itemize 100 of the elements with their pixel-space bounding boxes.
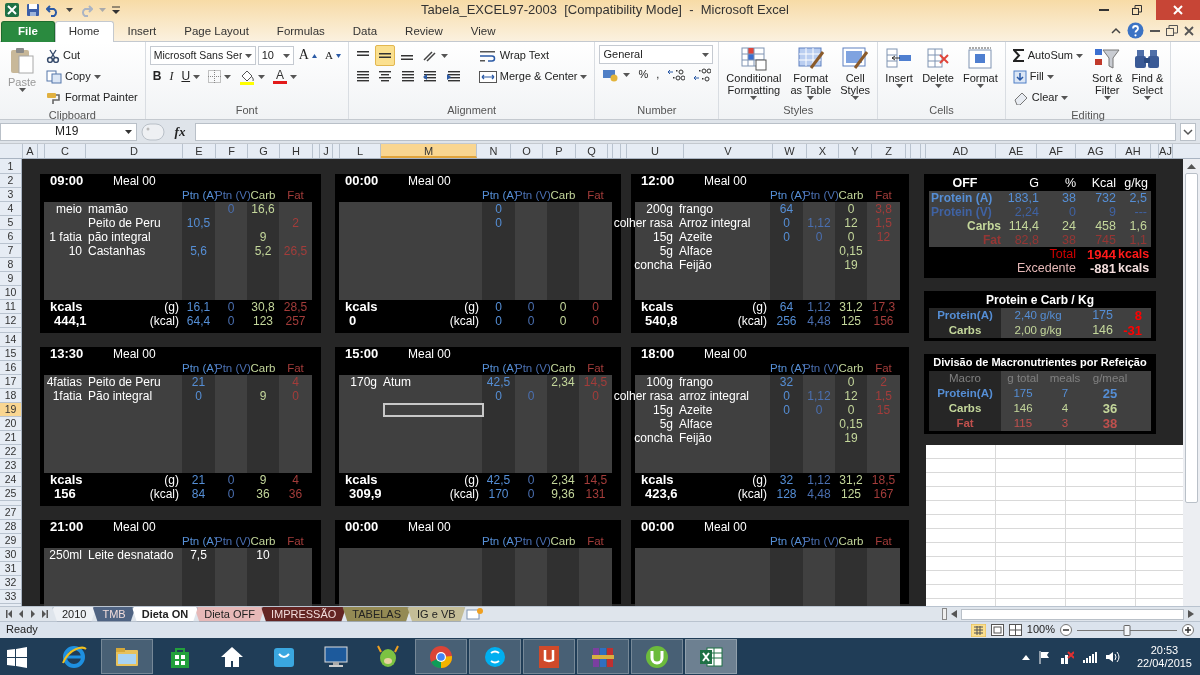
- row-header[interactable]: 17: [0, 375, 21, 389]
- wrap-text-button[interactable]: Wrap Text: [475, 45, 591, 66]
- delete-button[interactable]: Delete: [919, 45, 957, 103]
- column-header[interactable]: J: [320, 144, 333, 158]
- zoom-out-icon[interactable]: [1060, 624, 1072, 636]
- comma-button[interactable]: ,: [653, 64, 663, 85]
- ribbon-tab[interactable]: Home: [54, 21, 114, 42]
- last-sheet-icon[interactable]: [42, 610, 48, 618]
- format-painter-button[interactable]: Format Painter: [43, 87, 141, 108]
- row-header[interactable]: 25: [0, 487, 21, 501]
- collapse-ribbon-icon[interactable]: [1111, 27, 1121, 34]
- undo-icon[interactable]: [46, 3, 60, 17]
- flag-icon[interactable]: [1038, 649, 1051, 664]
- minimize-icon[interactable]: [1150, 29, 1160, 32]
- close-button[interactable]: [1156, 0, 1200, 20]
- format-button[interactable]: Format: [959, 45, 1001, 103]
- fill-button[interactable]: Fill: [1009, 66, 1086, 87]
- row-header[interactable]: 12: [0, 314, 21, 328]
- bold-button[interactable]: B: [149, 66, 165, 87]
- column-header[interactable]: AD: [926, 144, 996, 158]
- taskbar-button[interactable]: [523, 639, 575, 674]
- expand-icon[interactable]: [1180, 122, 1196, 141]
- help-icon[interactable]: [1127, 22, 1144, 39]
- column-header[interactable]: H: [280, 144, 313, 158]
- column-header[interactable]: W: [773, 144, 807, 158]
- row-header[interactable]: 19: [0, 403, 21, 417]
- row-header[interactable]: 15: [0, 347, 21, 361]
- column-header[interactable]: C: [45, 144, 86, 158]
- volume-icon[interactable]: [1105, 650, 1120, 663]
- taskbar-button[interactable]: [631, 639, 683, 674]
- row-header[interactable]: 10: [0, 286, 21, 300]
- signal-icon[interactable]: [1082, 650, 1097, 663]
- row-header[interactable]: 5: [0, 216, 21, 230]
- row-header[interactable]: 9: [0, 272, 21, 286]
- merge-center-button[interactable]: Merge & Center: [475, 66, 591, 87]
- clock-date[interactable]: 22/04/2015: [1136, 656, 1192, 670]
- column-header[interactable]: M: [381, 144, 477, 158]
- ribbon-tab[interactable]: Insert: [113, 21, 171, 42]
- cellstyles-button[interactable]: Cell Styles: [837, 45, 874, 103]
- number-format-field[interactable]: General: [599, 45, 714, 64]
- table-button[interactable]: Format as Table: [787, 45, 835, 103]
- column-header[interactable]: Y: [839, 144, 872, 158]
- insert-button[interactable]: Insert: [882, 45, 917, 103]
- row-header[interactable]: 2: [0, 174, 21, 188]
- ribbon-tab[interactable]: Page Layout: [170, 21, 263, 42]
- row-header[interactable]: 23: [0, 459, 21, 473]
- zoom-in-icon[interactable]: [1182, 624, 1194, 636]
- row-header[interactable]: 32: [0, 576, 21, 590]
- sort-button[interactable]: Sort & Filter: [1089, 45, 1126, 103]
- row-header[interactable]: 27: [0, 506, 21, 520]
- show-hidden-icon[interactable]: [1021, 653, 1030, 660]
- page-break-icon[interactable]: [1008, 624, 1022, 636]
- scroll-up-icon[interactable]: [1187, 163, 1196, 169]
- ribbon-tab[interactable]: Review: [391, 21, 457, 42]
- row-header[interactable]: 6: [0, 230, 21, 244]
- column-header[interactable]: G: [248, 144, 280, 158]
- active-cell[interactable]: [383, 403, 484, 417]
- percent-button[interactable]: %: [635, 64, 652, 85]
- column-header[interactable]: O: [511, 144, 543, 158]
- sheet-tab[interactable]: Dieta ON: [131, 606, 199, 622]
- row-header[interactable]: 1: [0, 159, 21, 174]
- split-handle-icon[interactable]: [942, 608, 947, 620]
- column-header[interactable]: AJ: [1159, 144, 1173, 158]
- sheet-tab[interactable]: TMB: [92, 606, 136, 622]
- row-header[interactable]: 3: [0, 188, 21, 202]
- column-header[interactable]: P: [543, 144, 576, 158]
- cut-button[interactable]: Cut: [43, 45, 141, 66]
- row-header[interactable]: 4: [0, 202, 21, 216]
- taskbar-button[interactable]: [685, 639, 737, 674]
- file-tab[interactable]: File: [1, 21, 55, 42]
- italic-button[interactable]: I: [166, 66, 177, 87]
- column-header[interactable]: Z: [872, 144, 906, 158]
- font-size-field[interactable]: 10: [257, 46, 294, 65]
- first-sheet-icon[interactable]: [6, 610, 12, 618]
- sheet-tab[interactable]: 2010: [52, 606, 97, 622]
- column-header[interactable]: X: [807, 144, 839, 158]
- row-header[interactable]: 33: [0, 590, 21, 604]
- next-sheet-icon[interactable]: [30, 610, 36, 618]
- row-header[interactable]: 28: [0, 520, 21, 534]
- row-header[interactable]: 20: [0, 417, 21, 431]
- conditional-button[interactable]: Conditional Formatting: [723, 45, 785, 103]
- clock-time[interactable]: 20:53: [1136, 643, 1192, 657]
- column-header[interactable]: D: [86, 144, 183, 158]
- ribbon-tab[interactable]: Data: [338, 21, 392, 42]
- ribbon-tab[interactable]: Formulas: [262, 21, 339, 42]
- column-header[interactable]: F: [216, 144, 248, 158]
- font-color-button[interactable]: A: [270, 66, 301, 87]
- zoom-level[interactable]: 100%: [1026, 623, 1055, 637]
- formula-field[interactable]: [195, 122, 1176, 141]
- row-header[interactable]: 29: [0, 534, 21, 548]
- scroll-right-icon[interactable]: [1188, 610, 1194, 618]
- column-header[interactable]: A: [23, 144, 38, 158]
- insert-function-button[interactable]: fx: [169, 123, 191, 140]
- page-layout-icon[interactable]: [990, 624, 1004, 636]
- shrink-font-button[interactable]: A: [321, 45, 344, 66]
- scroll-left-icon[interactable]: [951, 610, 957, 618]
- sheet-tab[interactable]: IG e VB: [407, 606, 466, 622]
- row-header[interactable]: 11: [0, 300, 21, 314]
- row-header[interactable]: 24: [0, 473, 21, 487]
- row-header[interactable]: 16: [0, 361, 21, 375]
